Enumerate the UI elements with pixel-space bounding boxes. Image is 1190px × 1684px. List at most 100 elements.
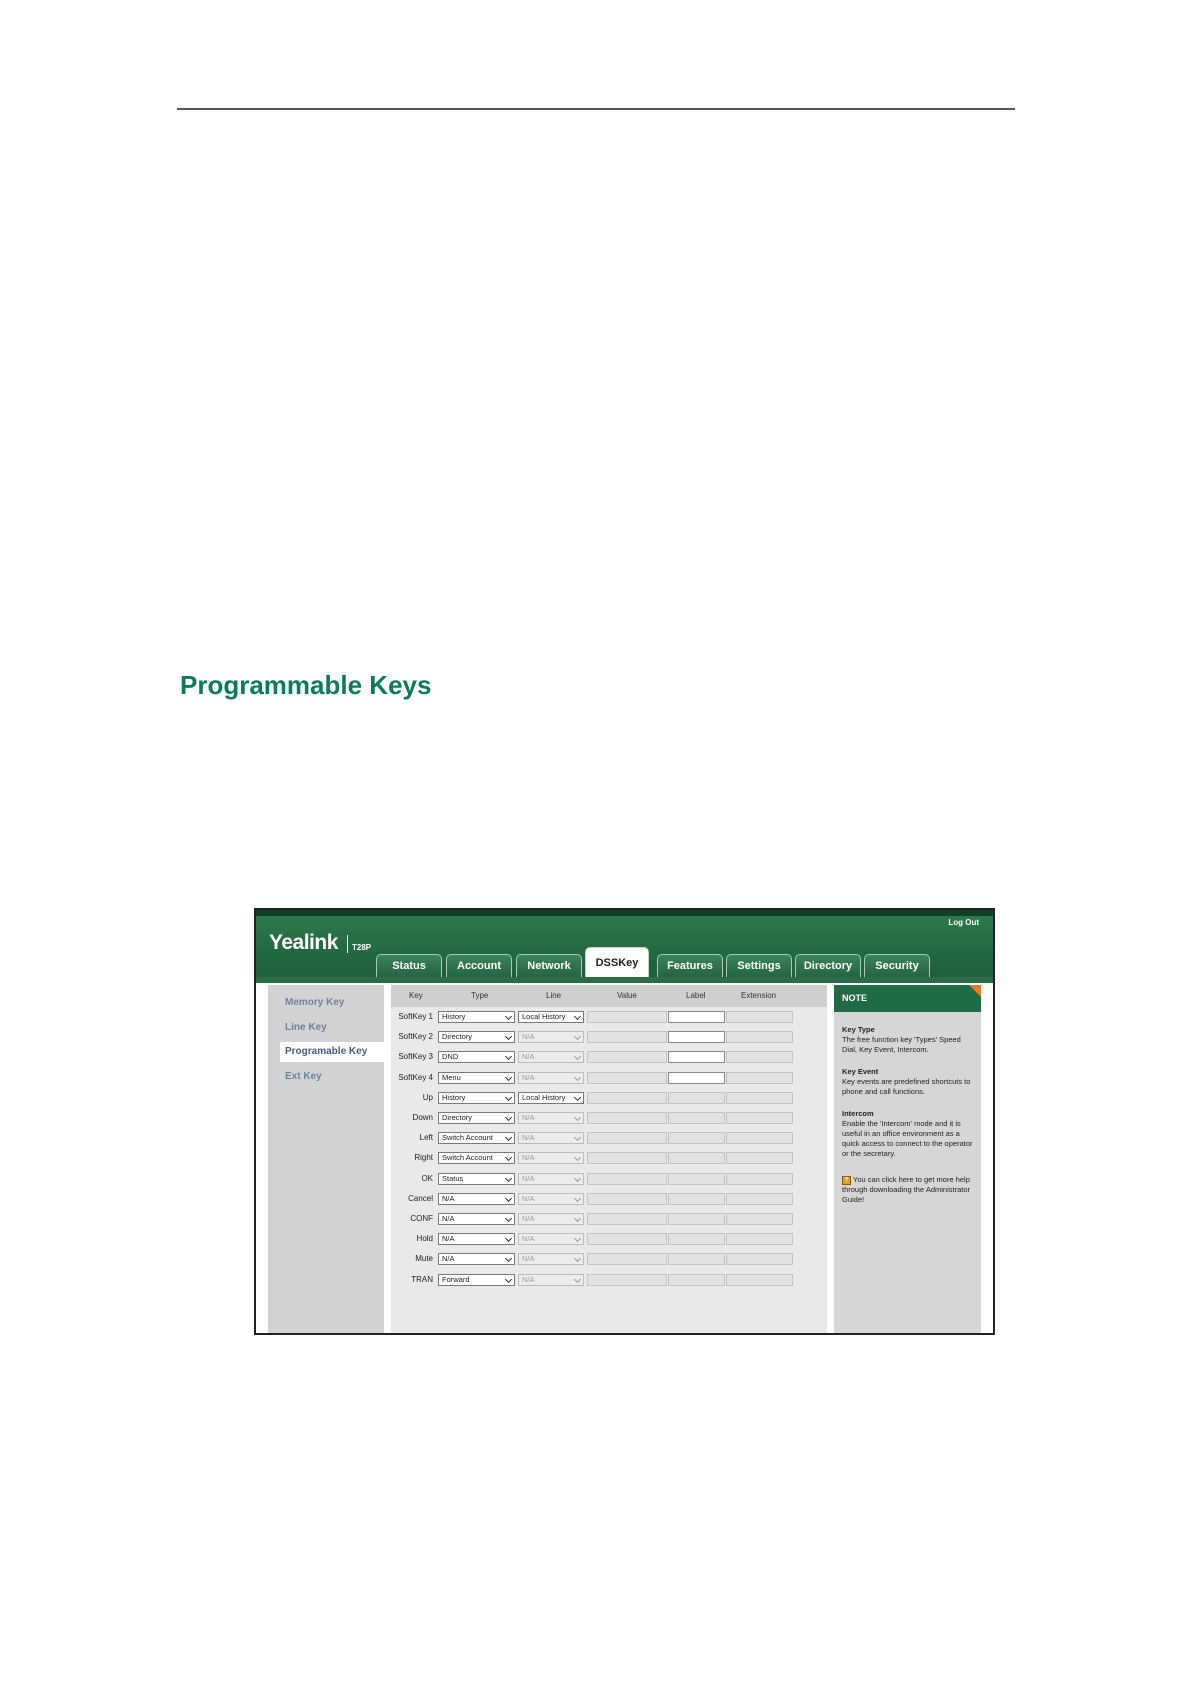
chevron-down-icon [573, 1154, 582, 1162]
tab-settings[interactable]: Settings [726, 954, 792, 977]
extension-field [726, 1051, 793, 1064]
value-field [587, 1253, 667, 1266]
table-header: Key Type Line Value Label Extension [391, 985, 827, 1007]
yealink-logo: Yealink [269, 931, 338, 954]
tab-dsskey[interactable]: DSSKey [585, 947, 649, 977]
label-field [668, 1233, 725, 1246]
chevron-down-icon [573, 1113, 582, 1122]
tab-status[interactable]: Status [376, 954, 442, 977]
line-value: N/A [522, 1274, 535, 1284]
chevron-down-icon [573, 1235, 582, 1243]
tab-security[interactable]: Security [864, 954, 930, 977]
row-key-label: Down [412, 1113, 433, 1122]
column-header-extension: Extension [741, 991, 777, 1000]
column-header-type: Type [471, 991, 489, 1000]
column-header-key: Key [409, 991, 423, 1000]
sidebar: Memory Key Line Key Programable Key Ext Key [268, 985, 384, 1333]
row-key-label: SoftKey 2 [398, 1032, 433, 1042]
logout-link[interactable]: Log Out [948, 918, 979, 927]
line-select[interactable]: Local History [518, 1011, 584, 1023]
line-select: N/A [518, 1213, 584, 1225]
label-field[interactable] [668, 1071, 725, 1084]
sidebar-item-ext-key[interactable]: Ext Key [285, 1071, 322, 1082]
value-field [587, 1213, 667, 1225]
sidebar-item-memory-key[interactable]: Memory Key [285, 997, 344, 1008]
type-select[interactable]: Menu [438, 1071, 515, 1084]
type-value: Directory [442, 1113, 473, 1122]
label-field[interactable] [668, 1051, 725, 1064]
value-field [587, 1071, 667, 1084]
value-field [587, 1172, 667, 1185]
line-value: N/A [522, 1052, 535, 1062]
line-select[interactable]: Local History [518, 1091, 584, 1104]
value-field [587, 1091, 667, 1104]
type-select[interactable]: Directory [438, 1112, 515, 1124]
line-select: N/A [518, 1152, 584, 1165]
type-select[interactable]: N/A [438, 1192, 515, 1205]
chevron-down-icon [504, 1093, 513, 1101]
type-value: Menu [442, 1072, 461, 1082]
line-select: N/A [518, 1192, 584, 1205]
extension-field [726, 1071, 793, 1084]
sidebar-item-line-key[interactable]: Line Key [285, 1022, 327, 1033]
row-key-label: Up [422, 1092, 433, 1102]
web-header: Yealink T28P Log Out Status Account Networ… [256, 910, 993, 977]
type-select[interactable]: History [438, 1011, 515, 1023]
chevron-down-icon [573, 1053, 582, 1061]
chevron-down-icon [573, 1214, 582, 1223]
label-field[interactable] [668, 1031, 725, 1044]
type-select[interactable]: N/A [438, 1233, 515, 1246]
line-select: N/A [518, 1233, 584, 1246]
note-title: NOTE [834, 985, 981, 1012]
extension-field [726, 1011, 793, 1023]
tab-features[interactable]: Features [657, 954, 723, 977]
chevron-down-icon [573, 1033, 582, 1041]
line-select: N/A [518, 1112, 584, 1124]
value-field [587, 1192, 667, 1205]
type-select[interactable]: History [438, 1091, 515, 1104]
tab-directory[interactable]: Directory [795, 954, 861, 977]
type-select[interactable]: Switch Account [438, 1132, 515, 1145]
tab-network[interactable]: Network [516, 954, 582, 977]
chevron-down-icon [573, 1275, 582, 1283]
row-key-label: OK [421, 1173, 433, 1183]
chevron-down-icon [573, 1012, 582, 1021]
value-field [587, 1112, 667, 1124]
type-select[interactable]: Switch Account [438, 1152, 515, 1165]
type-select[interactable]: DND [438, 1051, 515, 1064]
line-select: N/A [518, 1071, 584, 1084]
row-key-label: SoftKey 3 [398, 1052, 433, 1062]
row-key-label: CONF [410, 1214, 433, 1223]
extension-field [726, 1152, 793, 1165]
line-value: Local History [522, 1092, 566, 1102]
type-select[interactable]: Directory [438, 1031, 515, 1044]
note-help[interactable]: ? You can click here to get more help thr… [842, 1175, 976, 1205]
line-select: N/A [518, 1132, 584, 1145]
note-section: Key Type The free function key 'Types' Sp… [842, 1025, 976, 1055]
label-field[interactable] [668, 1011, 725, 1023]
chevron-down-icon [504, 1154, 513, 1162]
extension-field [726, 1091, 793, 1104]
note-panel: NOTE Key Type The free function key 'Type… [834, 985, 981, 1333]
extension-field [726, 1031, 793, 1044]
chevron-down-icon [504, 1174, 513, 1182]
row-key-label: Mute [415, 1254, 433, 1264]
line-value: N/A [522, 1254, 535, 1264]
value-field [587, 1233, 667, 1246]
chevron-down-icon [573, 1093, 582, 1101]
note-body: Key Type The free function key 'Types' Sp… [842, 1025, 976, 1217]
note-section: Key Event Key events are predefined short… [842, 1067, 976, 1097]
note-help-text[interactable]: You can click here to get more help thro… [842, 1175, 970, 1204]
sidebar-item-programable-key[interactable]: Programable Key [280, 1042, 384, 1062]
type-select[interactable]: N/A [438, 1253, 515, 1266]
tab-account[interactable]: Account [446, 954, 512, 977]
type-select[interactable]: N/A [438, 1213, 515, 1225]
type-value: N/A [442, 1254, 455, 1264]
row-key-label: Left [419, 1133, 433, 1143]
chevron-down-icon [504, 1194, 513, 1202]
line-value: N/A [522, 1173, 535, 1183]
column-header-line: Line [546, 991, 562, 1000]
type-select[interactable]: Forward [438, 1273, 515, 1286]
row-key-label: TRAN [411, 1274, 433, 1284]
type-select[interactable]: Status [438, 1172, 515, 1185]
